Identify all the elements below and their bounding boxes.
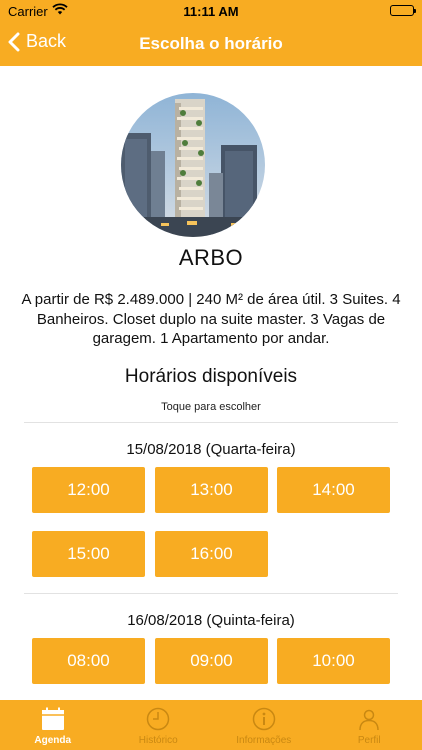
day-date: 16/08/2018 (Quinta-feira) — [127, 612, 295, 629]
time-slot-button[interactable]: 10:00 — [277, 638, 390, 684]
tab-label: Informações — [236, 735, 292, 746]
page-title: Escolha o horário — [139, 34, 283, 53]
tab-bar: Agenda Histórico Informações Perfil — [0, 700, 422, 750]
clock-time: 11:11 AM — [183, 4, 239, 19]
property-name: ARBO — [178, 245, 244, 270]
person-icon — [356, 706, 382, 732]
available-times-heading: Horários disponíveis — [124, 366, 298, 387]
divider — [24, 422, 398, 423]
navigation-bar: Back Escolha o horário — [0, 22, 422, 66]
time-slot-button[interactable]: 12:00 — [32, 467, 145, 513]
tab-informacoes[interactable]: Informações — [211, 700, 317, 750]
tap-hint: Toque para escolher — [161, 401, 261, 413]
info-icon — [251, 706, 277, 732]
tab-perfil[interactable]: Perfil — [317, 700, 422, 750]
property-photo — [121, 93, 265, 237]
tab-label: Histórico — [138, 735, 178, 746]
calendar-icon — [40, 706, 66, 732]
tab-label: Agenda — [34, 735, 72, 746]
time-slot-button[interactable]: 08:00 — [32, 638, 145, 684]
tab-label: Perfil — [357, 735, 381, 746]
time-slot-button[interactable]: 09:00 — [155, 638, 268, 684]
time-slot-button[interactable]: 16:00 — [155, 531, 268, 577]
time-slot-button[interactable]: 15:00 — [32, 531, 145, 577]
divider — [24, 593, 398, 594]
tab-agenda[interactable]: Agenda — [0, 700, 106, 750]
status-bar: Carrier 11:11 AM — [0, 0, 422, 22]
battery-icon — [390, 5, 416, 16]
time-slot-button[interactable]: 13:00 — [155, 467, 268, 513]
time-slot-button[interactable]: 14:00 — [277, 467, 390, 513]
day-date: 15/08/2018 (Quarta-feira) — [126, 441, 296, 458]
tab-historico[interactable]: Histórico — [106, 700, 212, 750]
property-description: A partir de R$ 2.489.000 | 240 M² de áre… — [21, 291, 401, 347]
clock-icon — [145, 706, 171, 732]
